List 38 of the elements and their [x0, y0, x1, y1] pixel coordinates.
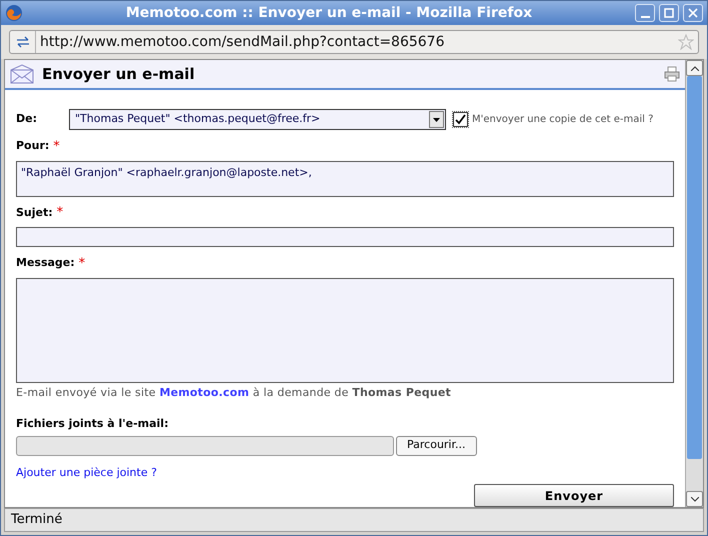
scroll-down-icon[interactable] [690, 496, 698, 502]
page-heading: Envoyer un e-mail [42, 64, 196, 85]
field-label: Sujet: [16, 204, 53, 220]
required-mark: * [53, 140, 60, 153]
printer-icon[interactable] [664, 66, 680, 82]
attachments-label: Fichiers joints à l'e-mail: [16, 416, 170, 432]
url-text: http://www.memotoo.com/sendMail.php?contact=865676 [39, 32, 446, 52]
required-mark: * [78, 256, 86, 270]
star-icon[interactable] [678, 34, 694, 50]
copy-label: M'envoyer une copie de cet e-mail ? [472, 112, 654, 126]
field-label: Message: [16, 255, 75, 271]
file-field[interactable] [16, 436, 394, 456]
copy-checkbox[interactable] [453, 112, 468, 126]
minimize-button[interactable] [635, 4, 655, 22]
browse-button[interactable]: Parcourir... [396, 436, 476, 456]
subject-field[interactable] [16, 227, 674, 247]
from-label: De: [16, 110, 38, 127]
minimize-icon [640, 16, 650, 18]
message-field[interactable] [16, 278, 674, 382]
footer-note: E-mail envoyé via le site Memotoo.com à la demande de Thomas Pequet [16, 384, 452, 400]
required-mark: * [56, 206, 64, 220]
close-icon [688, 8, 698, 18]
add-attachment-link[interactable]: Ajouter une pièce jointe ? [16, 464, 674, 481]
memotoo-link[interactable]: Memotoo.com [159, 386, 250, 398]
status-text: Terminé [11, 511, 62, 530]
envelope-icon [10, 64, 34, 84]
close-button[interactable] [683, 4, 703, 22]
send-button[interactable]: Envoyer [474, 484, 674, 507]
maximize-icon [664, 8, 674, 18]
window-title: Memotoo.com :: Envoyer un e-mail - Mozilla Firefox [124, 4, 534, 22]
scroll-up-icon[interactable] [690, 66, 698, 70]
sender-dropdown[interactable]: "Thomas Pequet" <thomas.pequet@free.fr> [69, 108, 446, 130]
address-bar[interactable]: http://www.memotoo.com/sendMail.php?contact=865676 [9, 30, 699, 54]
browser-logo-icon [5, 4, 23, 22]
field-label: Pour: [16, 138, 50, 154]
scrollbar[interactable] [685, 60, 703, 507]
recipient-field[interactable]: "Raphaël Granjon" <raphaelr.granjon@laposte.net>, [16, 160, 674, 196]
maximize-button[interactable] [659, 4, 679, 22]
